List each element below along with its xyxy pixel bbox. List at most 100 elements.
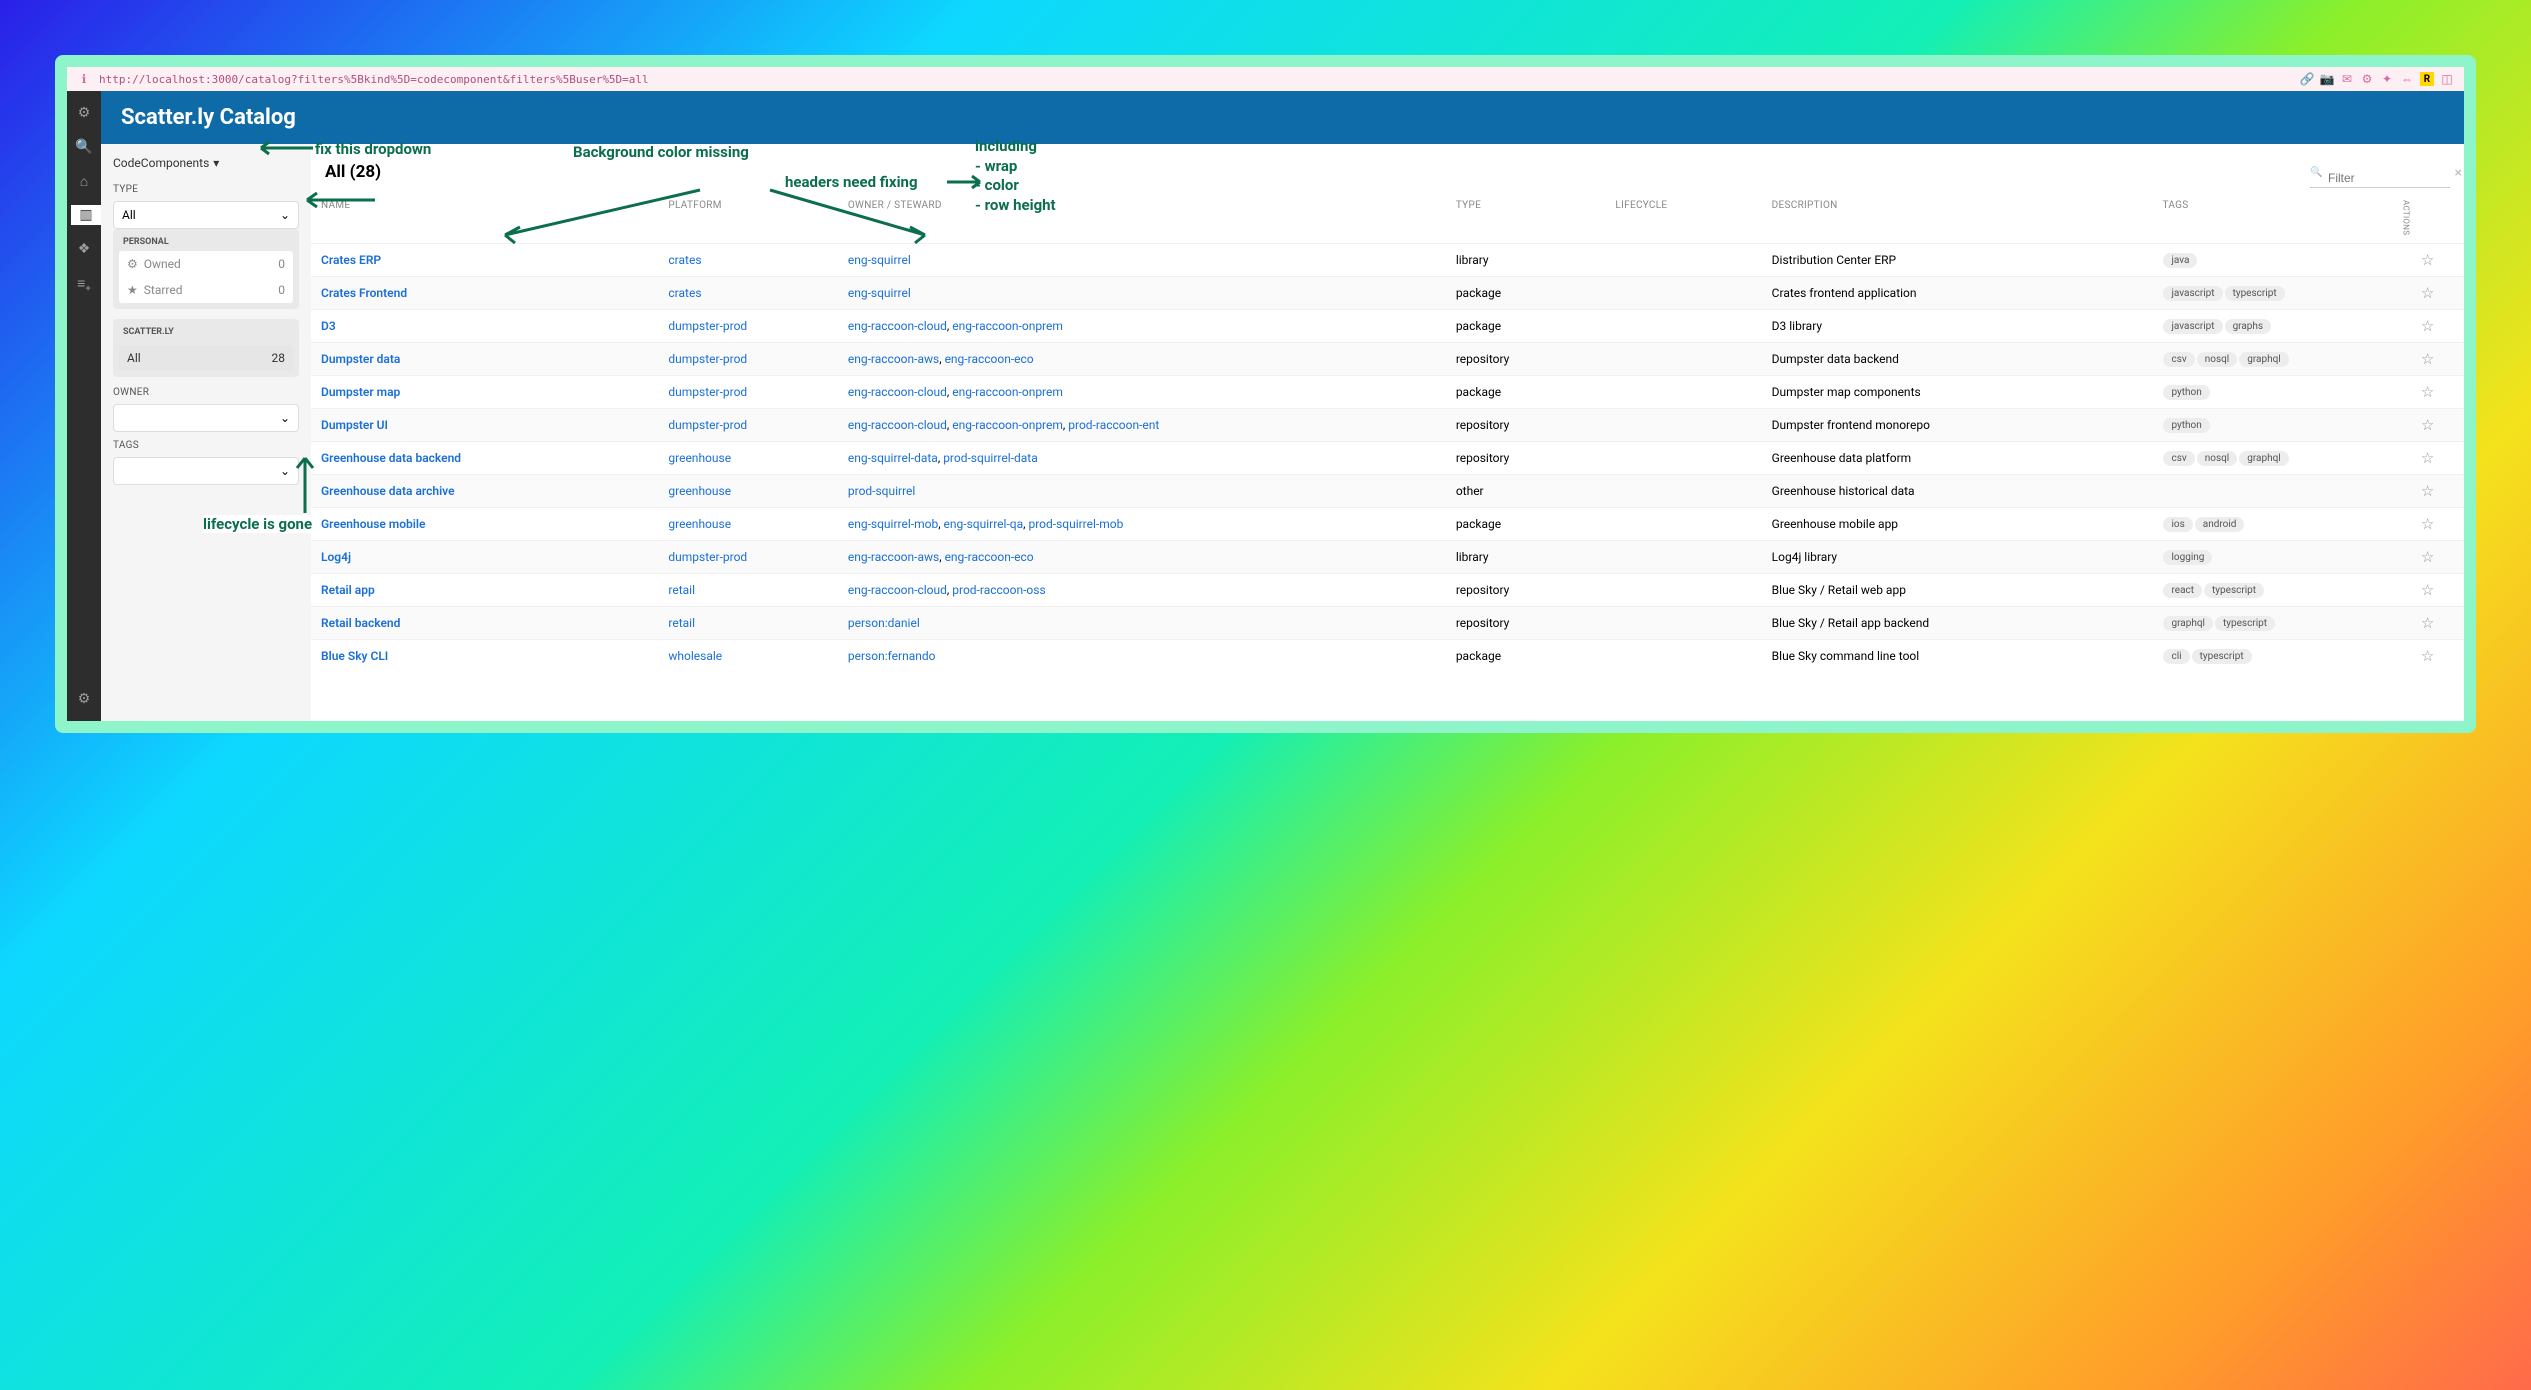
col-name[interactable]: NAME [311, 192, 658, 244]
owner-link[interactable]: prod-squirrel-mob [1028, 517, 1123, 531]
tag-chip[interactable]: typescript [2192, 649, 2252, 664]
tag-chip[interactable]: python [2163, 418, 2209, 433]
star-button[interactable]: ☆ [2391, 409, 2464, 442]
tag-chip[interactable]: logging [2163, 550, 2212, 565]
tag-chip[interactable]: cli [2163, 649, 2189, 664]
tag-chip[interactable]: typescript [2204, 583, 2264, 598]
type-select[interactable]: All⌄ [113, 201, 299, 229]
owned-row[interactable]: ⚙ Owned 0 [119, 251, 293, 277]
mail-icon[interactable]: ✉ [2340, 72, 2354, 86]
tag-chip[interactable]: nosql [2197, 451, 2238, 466]
tag-chip[interactable]: javascript [2163, 319, 2222, 334]
owner-link[interactable]: eng-raccoon-onprem [952, 319, 1063, 333]
owner-link[interactable]: eng-raccoon-cloud [848, 385, 947, 399]
name-link[interactable]: Dumpster UI [321, 418, 388, 432]
tag-chip[interactable]: typescript [2215, 616, 2275, 631]
owner-link[interactable]: eng-squirrel-qa [944, 517, 1024, 531]
name-link[interactable]: Greenhouse data backend [321, 451, 461, 465]
owner-link[interactable]: eng-raccoon-eco [945, 550, 1034, 564]
star-button[interactable]: ☆ [2391, 343, 2464, 376]
tag-chip[interactable]: csv [2163, 352, 2194, 367]
layers-icon[interactable]: ❖ [74, 239, 94, 259]
tag-chip[interactable]: csv [2163, 451, 2194, 466]
star-button[interactable]: ☆ [2391, 574, 2464, 607]
name-link[interactable]: Greenhouse data archive [321, 484, 455, 498]
starred-row[interactable]: ★ Starred 0 [119, 277, 293, 303]
name-link[interactable]: Retail backend [321, 616, 400, 630]
catalog-icon[interactable]: ▥ [71, 205, 101, 225]
owner-link[interactable]: person:daniel [848, 616, 920, 630]
link-icon[interactable]: 🔗 [2300, 72, 2314, 86]
platform-link[interactable]: greenhouse [668, 517, 731, 531]
platform-link[interactable]: wholesale [668, 649, 722, 663]
gear-icon[interactable]: ⚙ [2360, 72, 2374, 86]
owner-link[interactable]: eng-raccoon-onprem [952, 418, 1063, 432]
name-link[interactable]: Log4j [321, 550, 351, 564]
name-link[interactable]: Dumpster data [321, 352, 400, 366]
col-type[interactable]: TYPE [1446, 192, 1606, 244]
name-link[interactable]: Dumpster map [321, 385, 400, 399]
platform-link[interactable]: crates [668, 253, 701, 267]
owner-link[interactable]: eng-raccoon-cloud [848, 418, 947, 432]
name-link[interactable]: Crates Frontend [321, 286, 407, 300]
platform-link[interactable]: dumpster-prod [668, 418, 747, 432]
home-icon[interactable]: ⌂ [74, 171, 94, 191]
col-owner[interactable]: OWNER / STEWARD [838, 192, 1446, 244]
owner-link[interactable]: eng-raccoon-aws [848, 352, 939, 366]
col-platform[interactable]: PLATFORM [658, 192, 837, 244]
search-icon[interactable]: 🔍 [74, 137, 94, 157]
owner-link[interactable]: prod-raccoon-ent [1068, 418, 1159, 432]
owner-link[interactable]: eng-raccoon-eco [945, 352, 1034, 366]
star-button[interactable]: ☆ [2391, 508, 2464, 541]
all-row[interactable]: All 28 [119, 345, 293, 371]
extension-icon[interactable]: ✦ [2380, 72, 2394, 86]
create-icon[interactable]: ≡₊ [74, 273, 94, 293]
kind-dropdown[interactable]: CodeComponents ▾ [113, 156, 299, 170]
owner-link[interactable]: eng-raccoon-aws [848, 550, 939, 564]
col-lifecycle[interactable]: LIFECYCLE [1605, 192, 1761, 244]
owner-link[interactable]: prod-squirrel [848, 484, 915, 498]
name-link[interactable]: Retail app [321, 583, 375, 597]
star-button[interactable]: ☆ [2391, 640, 2464, 673]
platform-link[interactable]: dumpster-prod [668, 385, 747, 399]
name-link[interactable]: Blue Sky CLI [321, 649, 388, 663]
tag-chip[interactable]: ios [2163, 517, 2192, 532]
tag-chip[interactable]: python [2163, 385, 2209, 400]
name-link[interactable]: Crates ERP [321, 253, 381, 267]
col-tags[interactable]: TAGS [2152, 192, 2391, 244]
tag-chip[interactable]: react [2163, 583, 2202, 598]
platform-link[interactable]: dumpster-prod [668, 550, 747, 564]
star-button[interactable]: ☆ [2391, 475, 2464, 508]
tag-chip[interactable]: typescript [2225, 286, 2285, 301]
star-button[interactable]: ☆ [2391, 541, 2464, 574]
platform-link[interactable]: crates [668, 286, 701, 300]
star-button[interactable]: ☆ [2391, 310, 2464, 343]
owner-select[interactable]: ⌄ [113, 404, 299, 432]
col-actions[interactable]: ACTIONS [2391, 192, 2464, 244]
tag-chip[interactable]: graphs [2225, 319, 2272, 334]
panel-icon[interactable]: ◫ [2440, 72, 2454, 86]
star-button[interactable]: ☆ [2391, 607, 2464, 640]
tag-chip[interactable]: android [2195, 517, 2245, 532]
name-link[interactable]: D3 [321, 319, 336, 333]
tag-chip[interactable]: graphql [2163, 616, 2213, 631]
tag-chip[interactable]: javascript [2163, 286, 2222, 301]
owner-link[interactable]: prod-raccoon-oss [952, 583, 1045, 597]
r-badge[interactable]: R [2420, 72, 2434, 86]
tags-select[interactable]: ⌄ [113, 457, 299, 485]
tag-chip[interactable]: nosql [2197, 352, 2238, 367]
logo-icon[interactable]: ⚙ [74, 103, 94, 123]
owner-link[interactable]: eng-squirrel-data [848, 451, 938, 465]
owner-link[interactable]: eng-raccoon-cloud [848, 319, 947, 333]
owner-link[interactable]: eng-squirrel [848, 253, 911, 267]
owner-link[interactable]: eng-raccoon-onprem [952, 385, 1063, 399]
settings-icon[interactable]: ⚙ [74, 689, 94, 709]
platform-link[interactable]: dumpster-prod [668, 352, 747, 366]
star-button[interactable]: ☆ [2391, 442, 2464, 475]
filter-input[interactable] [2310, 169, 2450, 188]
camera-icon[interactable]: 📷 [2320, 72, 2334, 86]
owner-link[interactable]: eng-raccoon-cloud [848, 583, 947, 597]
tag-chip[interactable]: java [2163, 253, 2197, 268]
star-button[interactable]: ☆ [2391, 277, 2464, 310]
owner-link[interactable]: person:fernando [848, 649, 936, 663]
